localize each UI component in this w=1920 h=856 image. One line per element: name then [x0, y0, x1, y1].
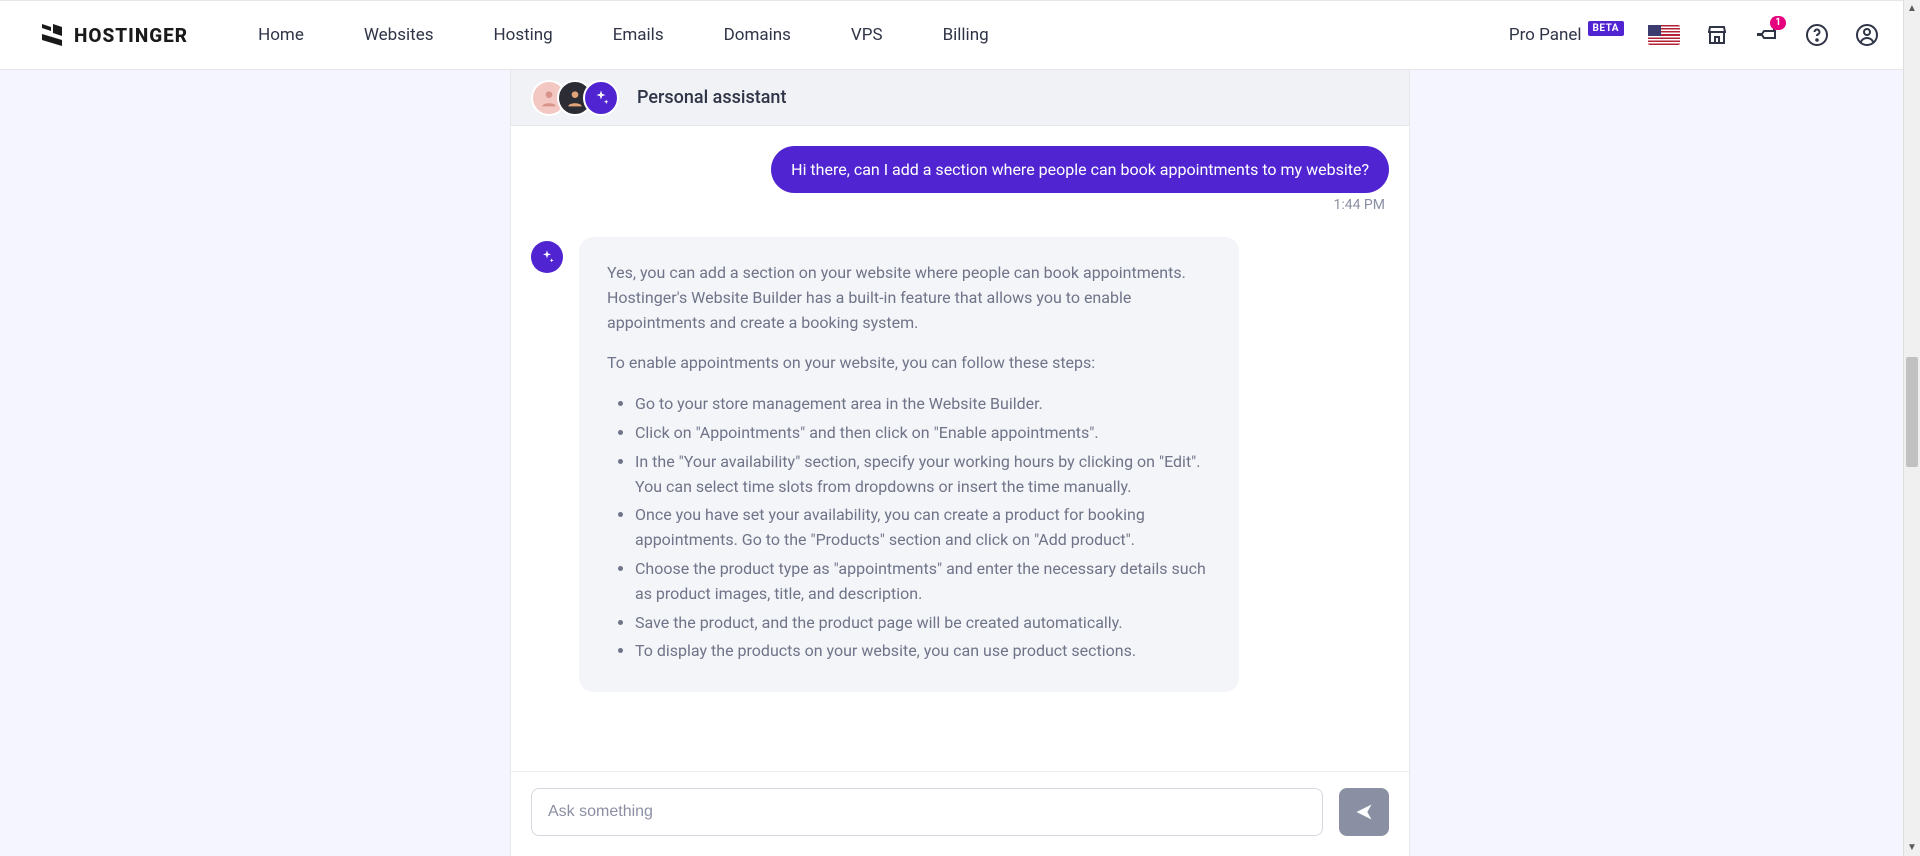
assistant-step: Choose the product type as "appointments…: [635, 557, 1211, 607]
pro-panel-label: Pro Panel: [1509, 25, 1582, 45]
assistant-steps-lead: To enable appointments on your website, …: [607, 351, 1211, 376]
nav-domains[interactable]: Domains: [724, 25, 791, 45]
chat-header: Personal assistant: [511, 70, 1409, 126]
nav-home[interactable]: Home: [258, 25, 304, 45]
scroll-up-arrow-icon[interactable]: ▲: [1904, 0, 1920, 17]
scroll-down-arrow-icon[interactable]: ▼: [1904, 839, 1920, 856]
notifications-icon[interactable]: 1: [1754, 22, 1780, 48]
user-message-row: Hi there, can I add a section where peop…: [531, 146, 1389, 193]
chat-title: Personal assistant: [637, 87, 786, 108]
brand-name: HOSTINGER: [74, 24, 188, 47]
message-timestamp: 1:44 PM: [531, 197, 1389, 213]
chat-input-row: [511, 771, 1409, 856]
assistant-step: Save the product, and the product page w…: [635, 611, 1211, 636]
ai-avatar: [583, 80, 619, 116]
assistant-intro-text: Yes, you can add a section on your websi…: [607, 261, 1211, 335]
assistant-message-bubble: Yes, you can add a section on your websi…: [579, 237, 1239, 692]
assistant-steps-list: Go to your store management area in the …: [607, 392, 1211, 664]
assistant-step: Once you have set your availability, you…: [635, 503, 1211, 553]
chat-input[interactable]: [531, 788, 1323, 836]
assistant-step: Click on "Appointments" and then click o…: [635, 421, 1211, 446]
nav-emails[interactable]: Emails: [613, 25, 664, 45]
pro-panel-link[interactable]: Pro Panel BETA: [1509, 25, 1624, 45]
send-button[interactable]: [1339, 788, 1389, 836]
logo-icon: [40, 22, 64, 48]
assistant-step: In the "Your availability" section, spec…: [635, 450, 1211, 500]
top-navbar: HOSTINGER Home Websites Hosting Emails D…: [0, 0, 1920, 70]
page-scrollbar[interactable]: ▲ ▼: [1903, 0, 1920, 856]
assistant-message-row: Yes, you can add a section on your websi…: [531, 237, 1389, 692]
help-icon[interactable]: [1804, 22, 1830, 48]
nav-billing[interactable]: Billing: [943, 25, 989, 45]
nav-hosting[interactable]: Hosting: [494, 25, 553, 45]
assistant-avatar-icon: [531, 241, 563, 273]
nav-websites[interactable]: Websites: [364, 25, 434, 45]
send-icon: [1354, 802, 1374, 822]
chat-panel: Personal assistant Hi there, can I add a…: [510, 70, 1410, 856]
chat-scroll-area[interactable]: Hi there, can I add a section where peop…: [511, 126, 1409, 771]
nav-vps[interactable]: VPS: [851, 25, 883, 45]
page-body: Personal assistant Hi there, can I add a…: [0, 70, 1920, 856]
marketplace-icon[interactable]: [1704, 22, 1730, 48]
avatar-stack: [531, 80, 619, 116]
scroll-track[interactable]: [1904, 17, 1920, 839]
language-flag-icon[interactable]: [1648, 25, 1680, 45]
assistant-step: To display the products on your website,…: [635, 639, 1211, 664]
secondary-nav: Pro Panel BETA 1: [1509, 22, 1880, 48]
scroll-thumb[interactable]: [1906, 357, 1918, 467]
primary-nav: Home Websites Hosting Emails Domains VPS…: [258, 25, 1509, 45]
user-message-bubble: Hi there, can I add a section where peop…: [771, 146, 1389, 193]
account-icon[interactable]: [1854, 22, 1880, 48]
assistant-step: Go to your store management area in the …: [635, 392, 1211, 417]
brand-logo[interactable]: HOSTINGER: [40, 22, 188, 48]
notifications-count: 1: [1770, 16, 1786, 30]
beta-badge: BETA: [1588, 21, 1625, 36]
